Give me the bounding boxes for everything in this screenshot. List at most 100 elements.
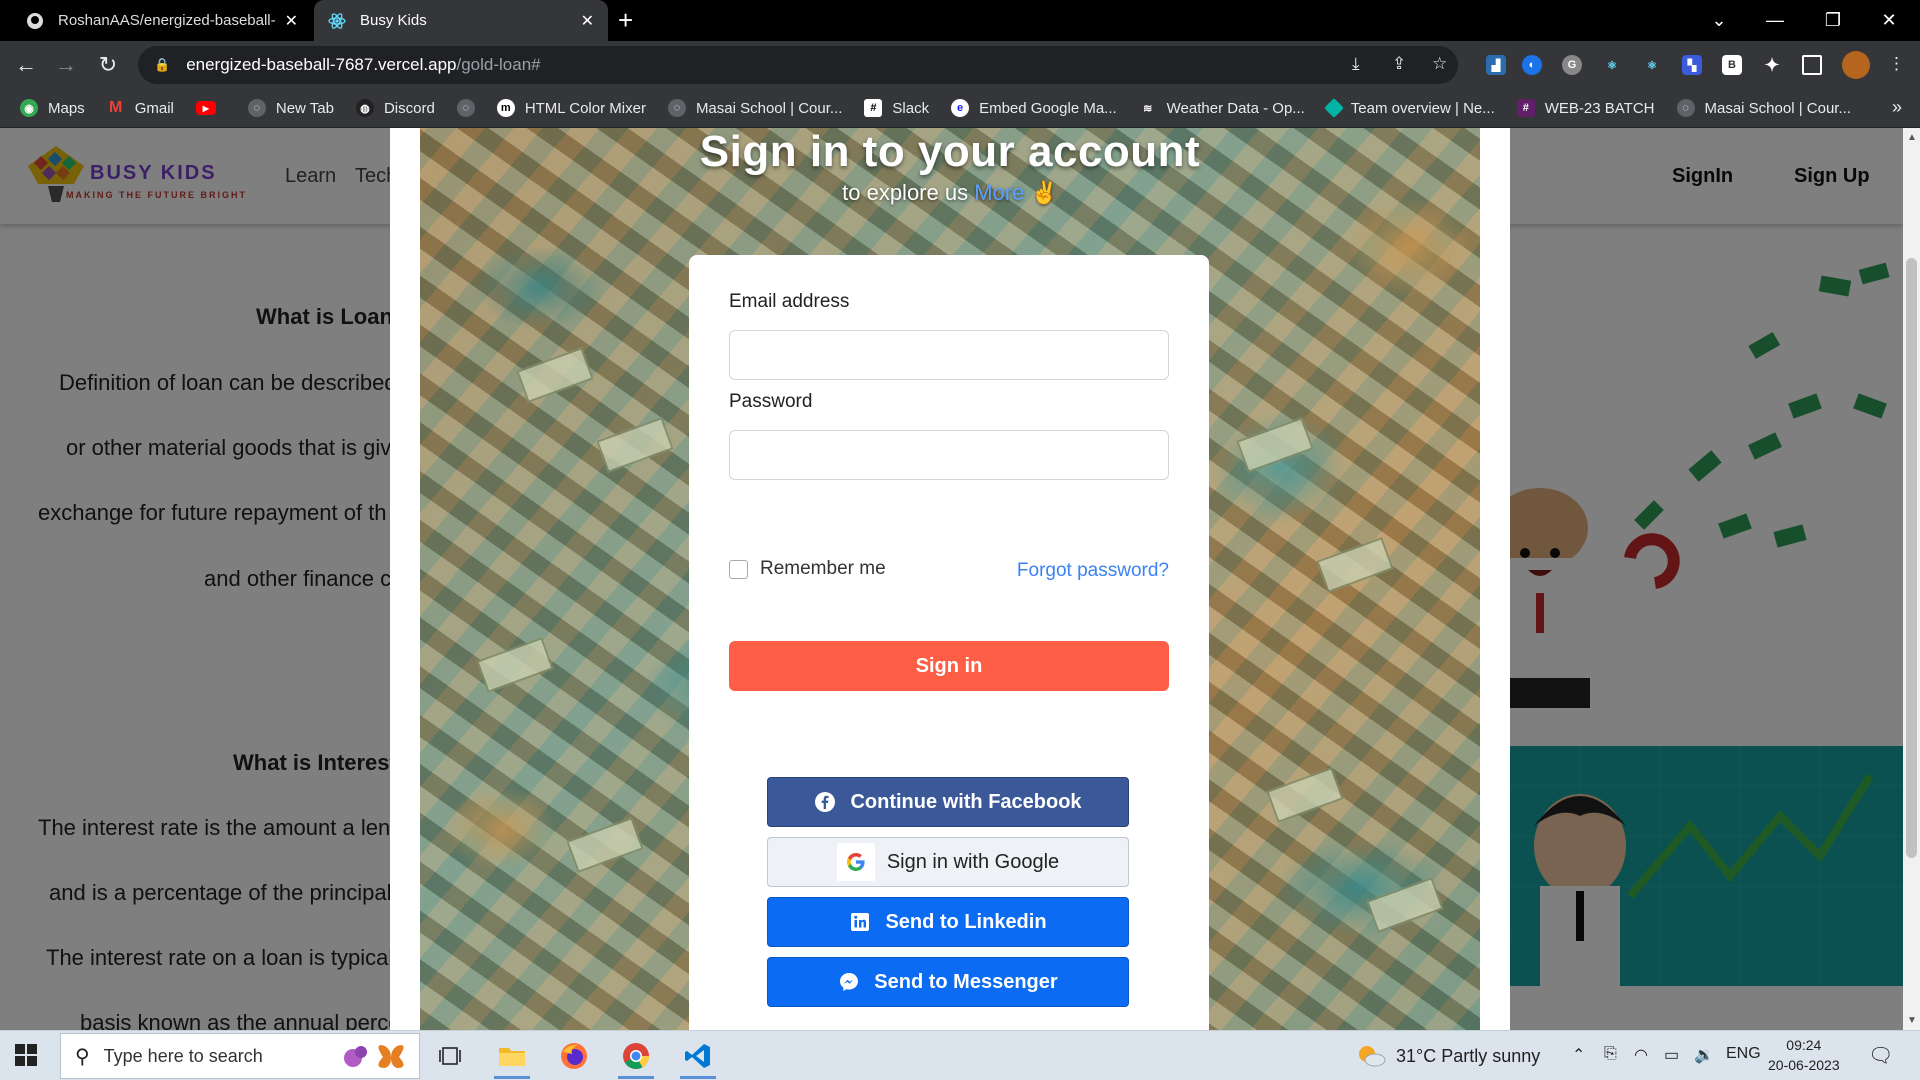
linkedin-share-button[interactable]: Send to Linkedin [767,897,1129,947]
scroll-up-arrow-icon[interactable]: ▲ [1907,132,1917,143]
url-path: /gold-loan# [456,55,541,74]
url-bar[interactable]: 🔒 energized-baseball-7687.vercel.app/gol… [138,46,1458,84]
signin-card: Email address Password Remember me Forgo… [689,255,1209,1030]
bookmark-item[interactable]: Team overview | Ne... [1323,98,1495,118]
task-view-icon[interactable] [428,1037,472,1075]
tab-search-icon[interactable]: ⌄ [1696,0,1742,41]
bookmark-label: Team overview | Ne... [1350,99,1495,117]
bookmark-label: WEB-23 BATCH [1544,99,1655,117]
file-explorer-icon[interactable] [490,1037,534,1079]
gmail-icon: M [109,99,123,116]
bookmark-item[interactable]: ◌ New Tab [247,99,334,117]
notifications-icon[interactable]: 🗨 [1868,1043,1893,1068]
globe-icon: ◌ [1676,99,1695,117]
more-bookmarks-icon[interactable]: » [1892,97,1902,118]
language-indicator[interactable]: ENG [1726,1045,1761,1063]
forgot-password-link[interactable]: Forgot password? [1017,560,1169,582]
bookmark-item[interactable]: ◉ Maps [20,99,85,117]
close-tab-icon[interactable]: ✕ [285,11,298,31]
page-scrollbar[interactable]: ▲ ▼ [1903,128,1920,1030]
bookmark-label: HTML Color Mixer [524,99,646,117]
bookmark-item[interactable]: ◌ Masai School | Cour... [1676,99,1851,117]
bookmark-item[interactable]: ◍ Discord [355,99,435,117]
extension-b-icon[interactable]: B [1722,55,1742,75]
bookmark-item[interactable]: ◌ [456,99,475,117]
clock-time: 09:24 [1786,1037,1822,1053]
bookmark-item[interactable]: # Slack [864,99,929,117]
show-hidden-icons-icon[interactable]: ⌃ [1572,1045,1585,1065]
tab-busy-kids[interactable]: Busy Kids ✕ [314,0,608,41]
firefox-icon[interactable] [552,1037,596,1075]
scroll-down-arrow-icon[interactable]: ▼ [1907,1015,1917,1026]
minimize-button[interactable]: — [1752,0,1798,41]
bookmark-item[interactable]: ≋ Weather Data - Op... [1139,99,1305,117]
more-link[interactable]: More [974,180,1024,205]
bookmark-label: Gmail [134,99,174,117]
redux-devtools-icon[interactable]: ⚛ [1642,55,1662,75]
bookmark-item[interactable]: M Gmail [107,99,174,117]
volume-icon[interactable]: 🔉 [1694,1045,1714,1065]
scrollbar-thumb[interactable] [1906,258,1917,858]
restore-button[interactable]: ❐ [1810,0,1856,41]
globe-icon: ◌ [667,99,686,117]
react-icon [328,12,346,30]
bookmark-label: New Tab [275,99,334,117]
maps-icon: ◉ [20,99,38,117]
search-icon: ⚲ [75,1045,90,1068]
extension-icon[interactable]: ◐ [1522,55,1542,75]
bookmark-item[interactable]: ◌ Masai School | Cour... [667,99,842,117]
remember-me-checkbox[interactable] [729,559,748,579]
forward-button[interactable]: → [50,49,82,81]
reload-button[interactable]: ↻ [92,49,124,81]
bookmark-label: Weather Data - Op... [1166,99,1305,117]
bookmark-item[interactable]: m HTML Color Mixer [496,99,646,117]
close-window-button[interactable]: ✕ [1866,0,1912,41]
embed-icon: e [951,99,970,117]
bookmark-star-icon[interactable]: ☆ [1432,54,1447,74]
wifi-icon[interactable]: ◠ [1634,1045,1648,1065]
side-panel-icon[interactable] [1802,55,1822,75]
lock-icon: 🔒 [154,57,171,72]
extension-icon[interactable]: ▟ [1486,55,1506,75]
messenger-button-label: Send to Messenger [874,970,1058,993]
taskbar-search-box[interactable]: ⚲ Type here to search [60,1033,420,1079]
menu-kebab-icon[interactable]: ⋮ [1888,54,1905,74]
chrome-icon[interactable] [614,1037,658,1079]
vscode-icon[interactable] [676,1037,720,1079]
new-tab-button[interactable]: + [618,6,633,34]
email-field[interactable] [729,330,1169,380]
linkedin-button-label: Send to Linkedin [885,910,1047,933]
bookmark-label: Slack [892,99,930,117]
extensions-puzzle-icon[interactable]: ✦ [1762,55,1782,75]
facebook-login-button[interactable]: Continue with Facebook [767,777,1129,827]
signin-button[interactable]: Sign in [729,641,1169,691]
back-button[interactable]: ← [10,49,42,81]
bookmark-item[interactable]: e Embed Google Ma... [951,99,1117,117]
banknote-image [1366,877,1444,933]
page-viewport: BUSY KIDS MAKING THE FUTURE BRIGHT Learn… [0,128,1903,1030]
meet-now-icon[interactable]: ⎘ [1604,1045,1617,1063]
taskbar-clock[interactable]: 09:24 20-06-2023 [1768,1035,1840,1075]
bookmark-label: Embed Google Ma... [979,99,1117,117]
grammarly-icon[interactable]: G [1562,55,1582,75]
extension-icon[interactable]: ▚ [1682,55,1702,75]
close-tab-icon[interactable]: ✕ [581,11,594,31]
password-field[interactable] [729,430,1169,480]
tab-github[interactable]: RoshanAAS/energized-baseball- ✕ [12,0,312,41]
weather-widget[interactable]: 31°C Partly sunny [1356,1044,1540,1068]
signin-modal: Sign in to your account to explore us Mo… [390,128,1510,1030]
windows-start-icon[interactable] [14,1043,38,1067]
messenger-share-button[interactable]: Send to Messenger [767,957,1129,1007]
battery-icon[interactable]: ▭ [1664,1045,1679,1065]
profile-avatar[interactable] [1842,51,1870,79]
bookmark-item[interactable]: # WEB-23 BATCH [1516,99,1655,117]
url-host: energized-baseball-7687.vercel.app [186,55,457,74]
bookmark-item[interactable]: ▶ [195,101,226,115]
remember-me[interactable]: Remember me [729,558,886,580]
install-icon[interactable]: ⤓ [1352,54,1360,74]
google-login-button[interactable]: Sign in with Google [767,837,1129,887]
react-devtools-icon[interactable]: ⚛ [1602,55,1622,75]
google-icon [836,843,875,881]
share-icon[interactable]: ⇪ [1392,54,1406,74]
clock-date: 20-06-2023 [1768,1057,1840,1073]
